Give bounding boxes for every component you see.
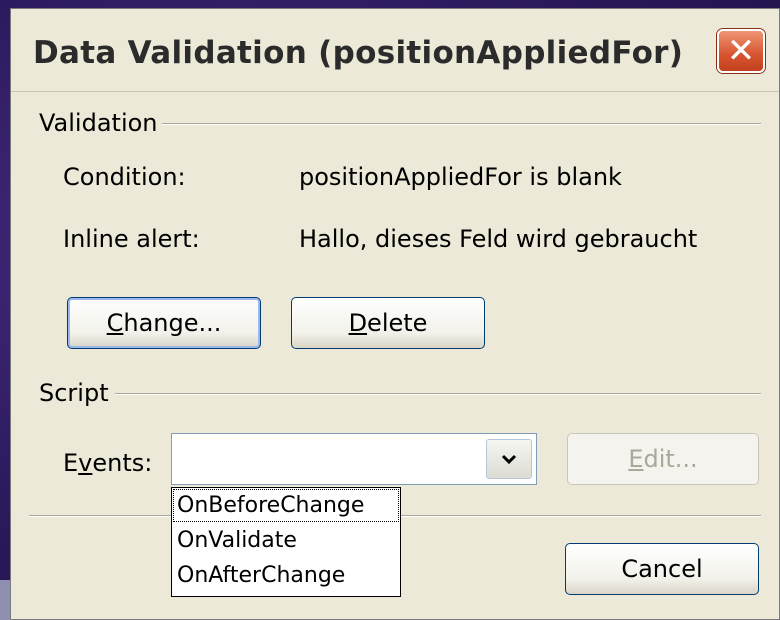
dialog-title: Data Validation (positionAppliedFor) — [33, 35, 684, 71]
delete-button-label: elete — [367, 309, 428, 337]
dropdown-option[interactable]: OnBeforeChange — [172, 488, 400, 523]
delete-button[interactable]: Delete — [291, 297, 485, 349]
validation-group-divider — [161, 123, 761, 125]
dropdown-option[interactable]: OnValidate — [172, 523, 400, 558]
cancel-button-label: Cancel — [621, 555, 703, 583]
script-group-label: Script — [39, 379, 113, 407]
edit-button-label: dit... — [643, 445, 698, 473]
script-group-divider — [115, 393, 761, 395]
validation-group-label: Validation — [39, 109, 162, 137]
inline-alert-label: Inline alert: — [63, 225, 200, 253]
change-button[interactable]: Change... — [67, 297, 261, 349]
edit-button[interactable]: Edit... — [567, 433, 759, 485]
edit-button-mnemonic: E — [628, 445, 644, 473]
title-bar[interactable]: Data Validation (positionAppliedFor) ✕ — [11, 9, 779, 92]
condition-value: positionAppliedFor is blank — [299, 163, 622, 191]
events-dropdown-button[interactable] — [486, 439, 532, 479]
data-validation-dialog: Data Validation (positionAppliedFor) ✕ V… — [10, 8, 780, 620]
chevron-down-icon — [501, 449, 517, 470]
events-label: Events: — [63, 449, 153, 477]
cancel-button[interactable]: Cancel — [565, 543, 759, 595]
dropdown-option[interactable]: OnAfterChange — [172, 558, 400, 593]
change-button-label: hange... — [123, 309, 222, 337]
change-button-mnemonic: C — [106, 309, 124, 337]
close-button[interactable]: ✕ — [717, 29, 765, 73]
condition-label: Condition: — [63, 163, 186, 191]
inline-alert-value: Hallo, dieses Feld wird gebraucht — [299, 225, 698, 253]
delete-button-mnemonic: D — [348, 309, 368, 337]
events-select[interactable] — [171, 433, 537, 485]
close-icon: ✕ — [726, 31, 756, 71]
events-dropdown-list: OnBeforeChange OnValidate OnAfterChange — [171, 487, 401, 597]
